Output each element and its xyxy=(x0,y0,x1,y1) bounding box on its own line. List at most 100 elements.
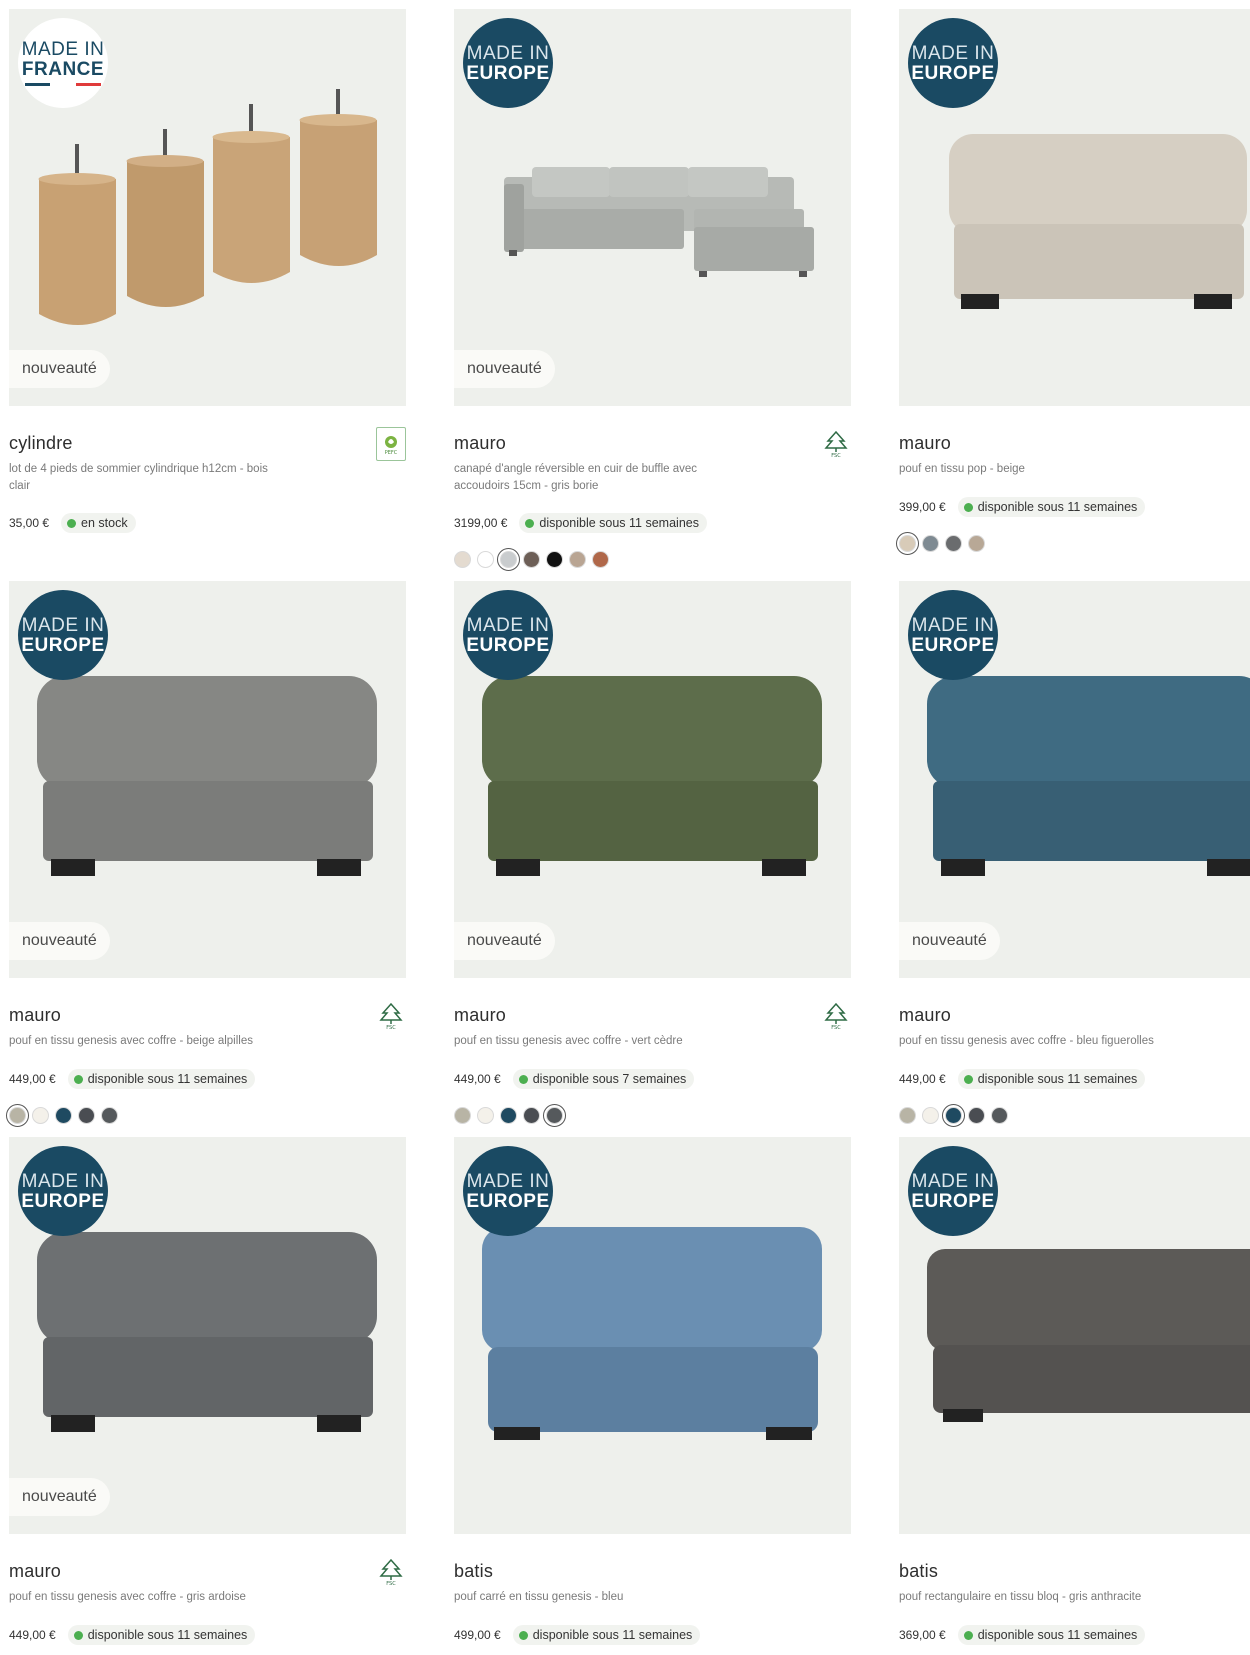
product-description: pouf en tissu genesis avec coffre - gris… xyxy=(9,1591,246,1603)
svg-text:FSC: FSC xyxy=(831,1025,841,1030)
product-image[interactable]: MADE IN EUROPE nouveauté xyxy=(899,581,1250,978)
product-card[interactable]: MADE IN EUROPE batis pouf rectangulaire … xyxy=(899,1137,1250,1645)
color-swatch[interactable] xyxy=(543,1104,566,1127)
product-image[interactable]: MADE IN EUROPE nouveauté xyxy=(9,581,406,978)
product-title[interactable]: mauro xyxy=(899,433,951,454)
color-swatch[interactable] xyxy=(454,1107,471,1124)
status-dot-icon xyxy=(518,1074,528,1084)
fsc-cert-icon: FSC xyxy=(821,427,851,461)
product-image[interactable]: MADE IN FRANCE nouveauté xyxy=(9,9,406,406)
availability-badge: disponible sous 11 semaines xyxy=(957,497,1146,517)
new-tag: nouveauté xyxy=(899,922,1000,960)
color-swatch[interactable] xyxy=(968,1107,985,1124)
color-swatch[interactable] xyxy=(899,1107,916,1124)
price: 449,00 € xyxy=(899,1072,946,1086)
color-swatches xyxy=(899,1104,1008,1127)
product-title[interactable]: mauro xyxy=(899,1005,951,1026)
price: 35,00 € xyxy=(9,516,50,530)
availability-badge: disponible sous 11 semaines xyxy=(519,513,707,533)
status-dot-icon xyxy=(963,1630,973,1640)
color-swatch[interactable] xyxy=(55,1107,72,1124)
product-image[interactable]: MADE IN EUROPE nouveauté xyxy=(454,9,851,406)
price: 369,00 € xyxy=(899,1628,946,1642)
product-description: canapé d'angle réversible en cuir de buf… xyxy=(454,463,698,492)
status-dot-icon xyxy=(73,1630,83,1640)
french-flag-icon xyxy=(25,83,101,86)
product-description: pouf carré en tissu genesis - bleu xyxy=(454,1591,624,1603)
color-swatch[interactable] xyxy=(78,1107,95,1124)
availability-badge: disponible sous 7 semaines xyxy=(512,1069,695,1089)
product-card[interactable]: MADE IN EUROPE mauro pouf en tissu pop -… xyxy=(896,9,1250,555)
color-swatches xyxy=(896,532,985,555)
product-title[interactable]: cylindre xyxy=(9,433,73,454)
product-image[interactable]: MADE IN EUROPE xyxy=(899,1137,1250,1534)
price: 399,00 € xyxy=(899,500,946,514)
product-description: pouf rectangulaire en tissu bloq - gris … xyxy=(899,1591,1142,1603)
color-swatch[interactable] xyxy=(523,1107,540,1124)
status-dot-icon xyxy=(518,1630,528,1640)
made-in-badge: MADE IN EUROPE xyxy=(18,590,108,680)
product-title[interactable]: batis xyxy=(454,1561,493,1582)
product-description: lot de 4 pieds de sommier cylindrique h1… xyxy=(9,463,268,492)
fsc-cert-icon: FSC xyxy=(821,999,851,1033)
product-title[interactable]: mauro xyxy=(9,1561,61,1582)
product-card[interactable]: MADE IN EUROPE nouveauté mauro FSC canap… xyxy=(454,9,851,571)
color-swatch[interactable] xyxy=(6,1104,29,1127)
color-swatch[interactable] xyxy=(569,551,586,568)
color-swatches xyxy=(454,548,609,571)
product-card[interactable]: MADE IN EUROPE batis pouf carré en tissu… xyxy=(454,1137,851,1645)
color-swatch[interactable] xyxy=(968,535,985,552)
product-image[interactable]: MADE IN EUROPE xyxy=(899,9,1250,406)
color-swatch[interactable] xyxy=(942,1104,965,1127)
product-image[interactable]: MADE IN EUROPE xyxy=(454,1137,851,1534)
price: 449,00 € xyxy=(454,1072,501,1086)
product-card[interactable]: MADE IN EUROPE nouveauté mauro FSC pouf … xyxy=(454,581,851,1127)
product-title[interactable]: mauro xyxy=(9,1005,61,1026)
price: 499,00 € xyxy=(454,1628,501,1642)
color-swatch[interactable] xyxy=(477,551,494,568)
color-swatch[interactable] xyxy=(922,1107,939,1124)
color-swatch[interactable] xyxy=(523,551,540,568)
product-card[interactable]: MADE IN EUROPE nouveauté mauro FSC pouf … xyxy=(6,581,406,1127)
color-swatch[interactable] xyxy=(477,1107,494,1124)
product-description: pouf en tissu genesis avec coffre - vert… xyxy=(454,1035,683,1047)
fsc-cert-icon: FSC xyxy=(376,1555,406,1589)
color-swatch[interactable] xyxy=(32,1107,49,1124)
price: 3199,00 € xyxy=(454,516,508,530)
pefc-cert-icon: PEFC xyxy=(376,427,406,461)
product-description: pouf en tissu genesis avec coffre - bleu… xyxy=(899,1035,1154,1047)
availability-badge: disponible sous 11 semaines xyxy=(67,1625,256,1645)
product-title[interactable]: mauro xyxy=(454,1005,506,1026)
new-tag: nouveauté xyxy=(454,350,555,388)
product-image[interactable]: MADE IN EUROPE nouveauté xyxy=(9,1137,406,1534)
status-dot-icon xyxy=(67,518,77,528)
product-image[interactable]: MADE IN EUROPE nouveauté xyxy=(454,581,851,978)
color-swatch[interactable] xyxy=(991,1107,1008,1124)
availability-badge: disponible sous 11 semaines xyxy=(512,1625,701,1645)
color-swatch[interactable] xyxy=(497,548,520,571)
price: 449,00 € xyxy=(9,1072,56,1086)
color-swatches xyxy=(454,1104,566,1127)
color-swatch[interactable] xyxy=(945,535,962,552)
color-swatch[interactable] xyxy=(101,1107,118,1124)
color-swatch[interactable] xyxy=(592,551,609,568)
product-card[interactable]: MADE IN EUROPE nouveauté mauro pouf en t… xyxy=(899,581,1250,1127)
made-in-badge: MADE IN EUROPE xyxy=(18,1146,108,1236)
made-in-badge: MADE IN EUROPE xyxy=(463,18,553,108)
color-swatch[interactable] xyxy=(896,532,919,555)
made-in-badge: MADE IN EUROPE xyxy=(908,590,998,680)
made-in-badge: MADE IN EUROPE xyxy=(463,590,553,680)
color-swatch[interactable] xyxy=(546,551,563,568)
color-swatch[interactable] xyxy=(454,551,471,568)
color-swatch[interactable] xyxy=(922,535,939,552)
svg-text:FSC: FSC xyxy=(386,1581,396,1586)
product-card[interactable]: MADE IN EUROPE nouveauté mauro FSC pouf … xyxy=(9,1137,406,1645)
product-title[interactable]: batis xyxy=(899,1561,938,1582)
availability-badge: en stock xyxy=(61,513,136,533)
color-swatch[interactable] xyxy=(500,1107,517,1124)
product-description: pouf en tissu pop - beige xyxy=(899,463,1025,475)
product-title[interactable]: mauro xyxy=(454,433,506,454)
status-dot-icon xyxy=(73,1074,83,1084)
fsc-cert-icon: FSC xyxy=(376,999,406,1033)
product-card[interactable]: MADE IN FRANCE nouveauté cylindre PEFC l… xyxy=(9,9,406,533)
